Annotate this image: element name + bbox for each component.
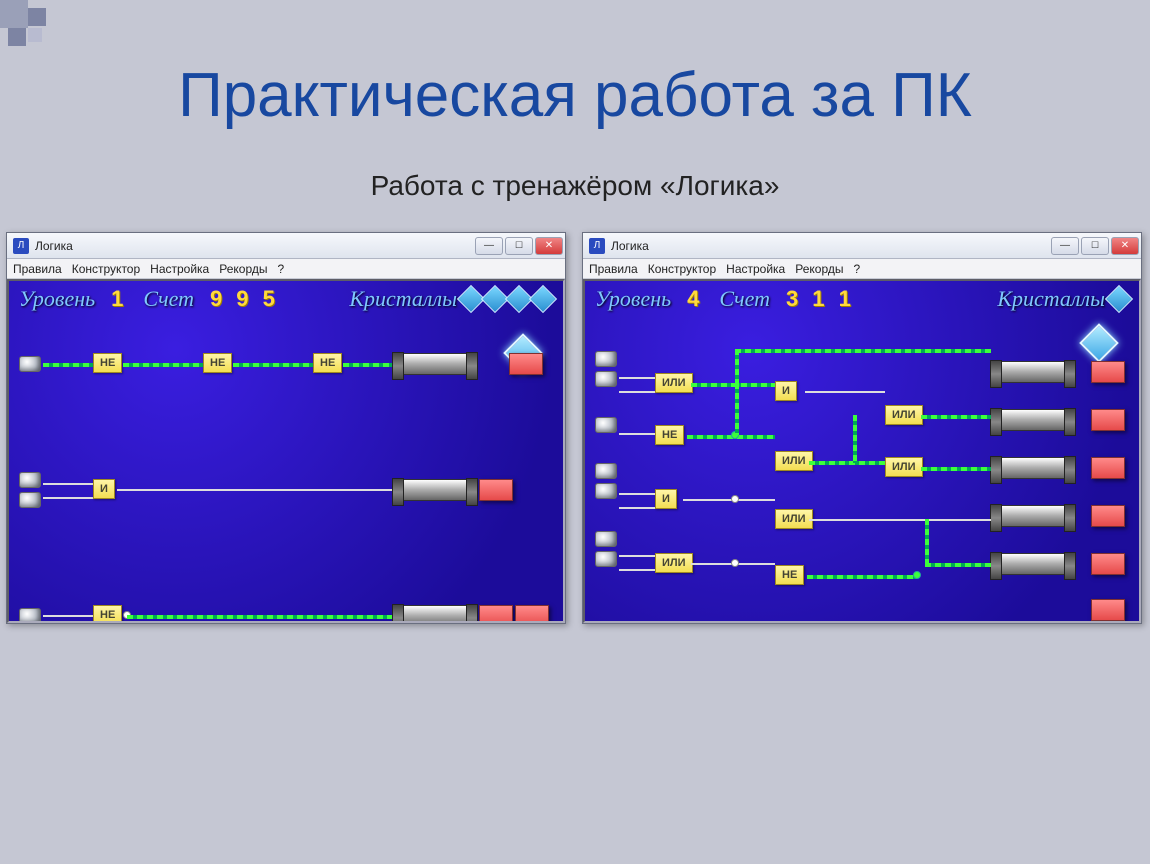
maximize-button[interactable] [1081, 237, 1109, 255]
score-value: 9 9 5 [210, 286, 279, 312]
app-icon: Л [13, 238, 29, 254]
level-label: Уровень [595, 286, 671, 312]
input-switch[interactable] [595, 417, 617, 433]
target [479, 479, 513, 501]
barrel[interactable] [397, 353, 473, 375]
menubar: Правила Конструктор Настройка Рекорды ? [7, 259, 565, 279]
barrel[interactable] [995, 553, 1071, 575]
crystal-icon [529, 285, 557, 313]
gate-and[interactable]: И [93, 479, 115, 499]
crystal-icon [1105, 285, 1133, 313]
gate-not[interactable]: НЕ [655, 425, 684, 445]
target [1091, 553, 1125, 575]
menu-item[interactable]: Конструктор [648, 262, 716, 276]
maximize-button[interactable] [505, 237, 533, 255]
status-row: Уровень 4 Счет 3 1 1 Кристаллы [585, 281, 1139, 317]
crystals-label: Кристаллы [349, 286, 457, 312]
slide-subtitle: Работа с тренажёром «Логика» [0, 170, 1150, 202]
gate-not[interactable]: НЕ [775, 565, 804, 585]
status-row: Уровень 1 Счет 9 9 5 Кристаллы [9, 281, 563, 317]
menu-item[interactable]: ? [277, 262, 284, 276]
menu-item[interactable]: Настройка [726, 262, 785, 276]
target [509, 353, 543, 375]
input-switch[interactable] [19, 356, 41, 372]
window-title: Логика [611, 239, 649, 253]
gate-or[interactable]: ИЛИ [775, 451, 813, 471]
game-area-right[interactable]: Уровень 4 Счет 3 1 1 Кристаллы [583, 279, 1141, 623]
barrel[interactable] [995, 409, 1071, 431]
target [515, 605, 549, 623]
menu-item[interactable]: Правила [13, 262, 62, 276]
menu-item[interactable]: Конструктор [72, 262, 140, 276]
score-label: Счет [143, 286, 194, 312]
menubar: Правила Конструктор Настройка Рекорды ? [583, 259, 1141, 279]
menu-item[interactable]: Настройка [150, 262, 209, 276]
minimize-button[interactable] [475, 237, 503, 255]
slide-title: Практическая работа за ПК [0, 60, 1150, 131]
gate-not[interactable]: НЕ [203, 353, 232, 373]
menu-item[interactable]: Рекорды [219, 262, 267, 276]
menu-item[interactable]: ? [853, 262, 860, 276]
crystals-label: Кристаллы [997, 286, 1105, 312]
gate-not[interactable]: НЕ [93, 353, 122, 373]
input-switch[interactable] [19, 608, 41, 623]
score-label: Счет [719, 286, 770, 312]
gate-and[interactable]: И [775, 381, 797, 401]
input-switch[interactable] [595, 351, 617, 387]
gate-not[interactable]: НЕ [93, 605, 122, 623]
target [1091, 457, 1125, 479]
barrel[interactable] [995, 361, 1071, 383]
slide-corner-deco [0, 0, 60, 60]
level-label: Уровень [19, 286, 95, 312]
input-switch[interactable] [595, 531, 617, 567]
gate-or[interactable]: ИЛИ [885, 457, 923, 477]
score-value: 3 1 1 [786, 286, 855, 312]
app-icon: Л [589, 238, 605, 254]
target [1091, 505, 1125, 527]
titlebar[interactable]: Л Логика [583, 233, 1141, 259]
target [1091, 361, 1125, 383]
target [1091, 409, 1125, 431]
game-area-left[interactable]: Уровень 1 Счет 9 9 5 Кристаллы [7, 279, 565, 623]
barrel[interactable] [995, 457, 1071, 479]
target [479, 605, 513, 623]
gate-and[interactable]: И [655, 489, 677, 509]
input-switch[interactable] [19, 472, 41, 508]
menu-item[interactable]: Рекорды [795, 262, 843, 276]
close-button[interactable] [535, 237, 563, 255]
big-crystal[interactable] [1079, 323, 1119, 363]
gate-not[interactable]: НЕ [313, 353, 342, 373]
gate-or[interactable]: ИЛИ [775, 509, 813, 529]
close-button[interactable] [1111, 237, 1139, 255]
minimize-button[interactable] [1051, 237, 1079, 255]
barrel[interactable] [397, 605, 473, 623]
input-switch[interactable] [595, 463, 617, 499]
target [1091, 599, 1125, 621]
window-title: Логика [35, 239, 73, 253]
window-left: Л Логика Правила Конструктор Настройка Р… [6, 232, 566, 624]
gate-or[interactable]: ИЛИ [885, 405, 923, 425]
level-value: 4 [687, 286, 703, 312]
gate-or[interactable]: ИЛИ [655, 553, 693, 573]
menu-item[interactable]: Правила [589, 262, 638, 276]
titlebar[interactable]: Л Логика [7, 233, 565, 259]
barrel[interactable] [995, 505, 1071, 527]
gate-or[interactable]: ИЛИ [655, 373, 693, 393]
window-right: Л Логика Правила Конструктор Настройка Р… [582, 232, 1142, 624]
level-value: 1 [111, 286, 127, 312]
barrel[interactable] [397, 479, 473, 501]
